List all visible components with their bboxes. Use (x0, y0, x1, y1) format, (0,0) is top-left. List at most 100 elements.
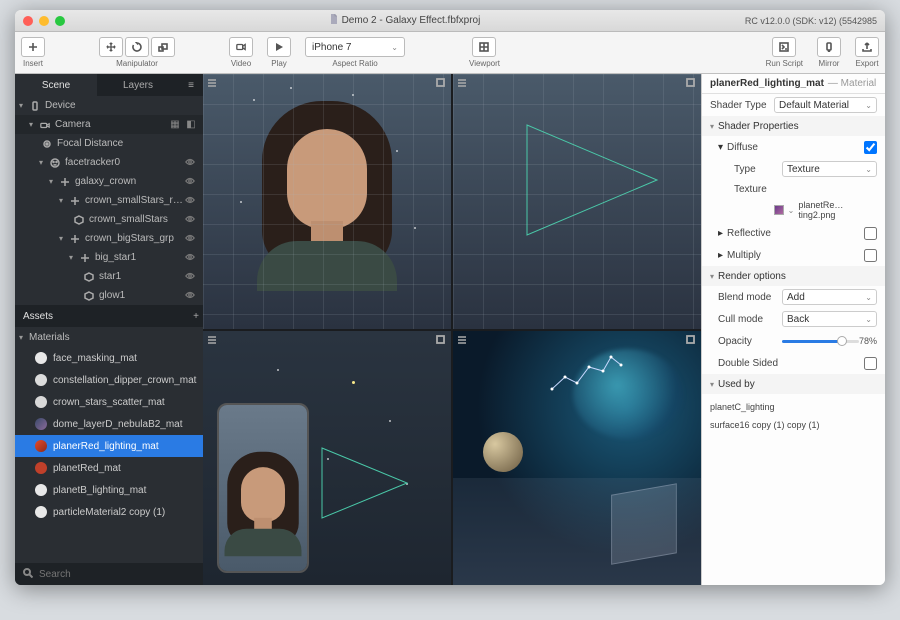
zoom-window-icon[interactable] (55, 16, 65, 26)
manipulator-rotate-button[interactable] (125, 37, 149, 57)
minimize-window-icon[interactable] (39, 16, 49, 26)
app-window: Demo 2 - Galaxy Effect.fbfxproj RC v12.0… (15, 10, 885, 585)
material-swatch-icon (35, 396, 47, 408)
manipulator-scale-button[interactable] (151, 37, 175, 57)
constellation (547, 349, 627, 404)
viewport-button[interactable] (472, 37, 496, 57)
material-item[interactable]: planetRed_mat (15, 457, 203, 479)
viewport-menu-icon[interactable] (457, 335, 467, 348)
viewport-menu-icon[interactable] (207, 78, 217, 91)
tree-crown-small[interactable]: crown_smallStars (15, 210, 203, 229)
double-sided-checkbox[interactable] (864, 357, 877, 370)
used-by-label: Used by (718, 379, 755, 390)
double-sided-row: Double Sided (702, 352, 885, 374)
diffuse-checkbox[interactable] (864, 141, 877, 154)
used-by-item[interactable]: planetC_lighting (710, 398, 877, 416)
tree-star1[interactable]: star1 (15, 267, 203, 286)
search-input[interactable] (39, 569, 195, 580)
visibility-icon[interactable] (185, 215, 199, 225)
left-panel-menu-icon[interactable]: ≡ (179, 74, 203, 96)
tree-big-star1-label: big_star1 (95, 252, 185, 263)
materials-list: face_masking_mat constellation_dipper_cro… (15, 347, 203, 563)
close-window-icon[interactable] (23, 16, 33, 26)
tree-device[interactable]: ▾ Device (15, 96, 203, 115)
used-by-section[interactable]: ▾ Used by (702, 374, 885, 394)
maximize-icon[interactable] (686, 78, 695, 89)
device-select[interactable]: iPhone 7⌄ (305, 37, 405, 57)
viewport-bottom-left[interactable] (203, 331, 451, 586)
tree-camera[interactable]: ▾ Camera ▦◧ (15, 115, 203, 134)
maximize-icon[interactable] (686, 335, 695, 346)
tree-glow1-label: glow1 (99, 290, 185, 301)
visibility-icon[interactable] (185, 177, 199, 187)
materials-header[interactable]: ▾ Materials (15, 327, 203, 347)
camera-toggle-2-icon[interactable]: ◧ (183, 119, 199, 130)
cull-row: Cull mode Back⌄ (702, 308, 885, 330)
opacity-slider[interactable] (782, 340, 859, 343)
render-options-label: Render options (718, 271, 786, 282)
shader-type-select[interactable]: Default Material⌄ (774, 97, 877, 113)
viewport-menu-icon[interactable] (457, 78, 467, 91)
material-item[interactable]: dome_layerD_nebulaB2_mat (15, 413, 203, 435)
tree-big-star1[interactable]: ▾ big_star1 (15, 248, 203, 267)
type-row: Type Texture⌄ (702, 158, 885, 180)
type-select[interactable]: Texture⌄ (782, 161, 877, 177)
export-button[interactable] (855, 37, 879, 57)
tree-crown-small-rotate[interactable]: ▾ crown_smallStars_rotate (15, 191, 203, 210)
tab-scene[interactable]: Scene (15, 74, 97, 96)
camera-toggle-1-icon[interactable]: ▦ (167, 119, 183, 130)
material-item[interactable]: planerRed_lighting_mat (15, 435, 203, 457)
assets-header[interactable]: Assets + (15, 305, 203, 327)
tree-crown-big-grp[interactable]: ▾ crown_bigStars_grp (15, 229, 203, 248)
left-tabs: Scene Layers ≡ (15, 74, 203, 96)
tree-focal-distance[interactable]: Focal Distance (15, 134, 203, 153)
run-label: Run Script (766, 59, 803, 68)
texture-value-row[interactable]: ⌄ planetRe…ting2.png (702, 198, 885, 222)
blend-select[interactable]: Add⌄ (782, 289, 877, 305)
run-script-button[interactable] (772, 37, 796, 57)
mirror-button[interactable] (817, 37, 841, 57)
render-options-section[interactable]: ▾ Render options (702, 266, 885, 286)
tab-layers[interactable]: Layers (97, 74, 179, 96)
multiply-row: ▸ Multiply (702, 244, 885, 266)
material-item[interactable]: face_masking_mat (15, 347, 203, 369)
inspector-type: — Material (828, 78, 876, 89)
manipulator-move-button[interactable] (99, 37, 123, 57)
viewport-top-left[interactable] (203, 74, 451, 329)
add-asset-icon[interactable]: + (193, 311, 199, 322)
play-label: Play (271, 59, 287, 68)
scene-tree: ▾ Device ▾ Camera ▦◧ Focal Distance ▾ (15, 96, 203, 305)
visibility-icon[interactable] (185, 253, 199, 263)
play-button[interactable] (267, 37, 291, 57)
viewport-bottom-right[interactable] (453, 331, 701, 586)
visibility-icon[interactable] (185, 234, 199, 244)
material-item[interactable]: particleMaterial2 copy (1) (15, 501, 203, 523)
reflective-checkbox[interactable] (864, 227, 877, 240)
tree-facetracker[interactable]: ▾ facetracker0 (15, 153, 203, 172)
blend-row: Blend mode Add⌄ (702, 286, 885, 308)
material-item-label: constellation_dipper_crown_mat (53, 375, 196, 386)
video-button[interactable] (229, 37, 253, 57)
visibility-icon[interactable] (185, 158, 199, 168)
visibility-icon[interactable] (185, 196, 199, 206)
material-item-label: crown_stars_scatter_mat (53, 397, 165, 408)
material-item[interactable]: planetB_lighting_mat (15, 479, 203, 501)
material-item[interactable]: crown_stars_scatter_mat (15, 391, 203, 413)
tree-galaxy-crown[interactable]: ▾ galaxy_crown (15, 172, 203, 191)
viewport-tools (207, 78, 217, 91)
visibility-icon[interactable] (185, 272, 199, 282)
double-sided-label: Double Sided (718, 358, 864, 369)
viewport-top-right[interactable] (453, 74, 701, 329)
main-toolbar: Insert Manipulator Video Play (15, 32, 885, 74)
visibility-icon[interactable] (185, 291, 199, 301)
used-by-item[interactable]: surface16 copy (1) copy (1) (710, 416, 877, 434)
cull-select[interactable]: Back⌄ (782, 311, 877, 327)
material-item[interactable]: constellation_dipper_crown_mat (15, 369, 203, 391)
target-icon (41, 138, 53, 150)
maximize-icon[interactable] (436, 78, 445, 89)
shader-properties-section[interactable]: ▾ Shader Properties (702, 116, 885, 136)
tree-device-label: Device (45, 100, 199, 111)
insert-button[interactable] (21, 37, 45, 57)
tree-glow1[interactable]: glow1 (15, 286, 203, 305)
multiply-checkbox[interactable] (864, 249, 877, 262)
